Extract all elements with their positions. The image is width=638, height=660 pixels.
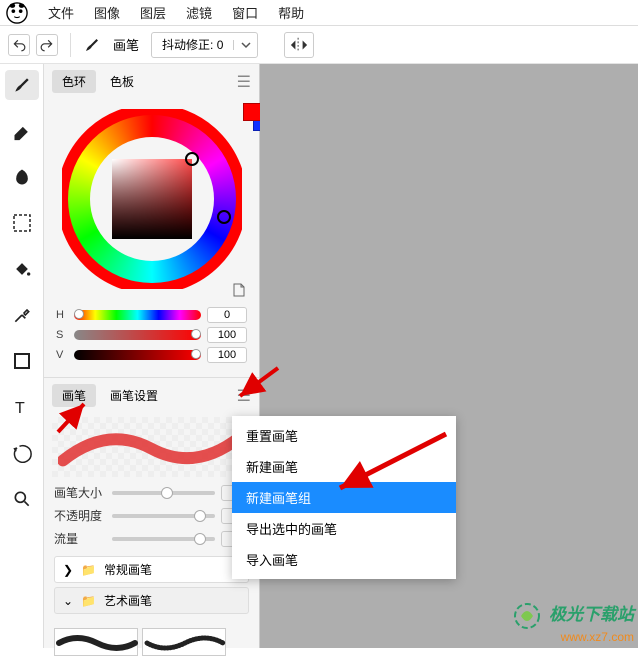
- annotation-arrow: [330, 430, 450, 500]
- svg-text:T: T: [15, 400, 25, 416]
- brush-icon: [83, 36, 101, 54]
- marquee-tool[interactable]: [5, 208, 39, 238]
- watermark: 极光下载站 www.xz7.com: [513, 600, 634, 644]
- menu-bar: 文件 图像 图层 滤镜 窗口 帮助: [0, 0, 638, 26]
- eraser-tool[interactable]: [5, 116, 39, 146]
- annotation-arrow: [54, 396, 94, 436]
- symmetry-button[interactable]: [284, 32, 314, 58]
- eyedropper-tool[interactable]: [5, 300, 39, 330]
- brush-thumb[interactable]: [54, 628, 138, 656]
- brush-flow-row[interactable]: 流量 82: [44, 527, 259, 550]
- transform-tool[interactable]: [5, 438, 39, 468]
- separator: [70, 33, 71, 57]
- tool-options-bar: 画笔 抖动修正: 0: [0, 26, 638, 64]
- app-logo: [6, 2, 28, 24]
- menu-filter[interactable]: 滤镜: [176, 3, 222, 22]
- brush-tool[interactable]: [5, 70, 39, 100]
- fill-tool[interactable]: [5, 254, 39, 284]
- jitter-control[interactable]: 抖动修正: 0: [151, 32, 258, 58]
- brush-set-normal[interactable]: ❯ 📁 常规画笔: [54, 556, 249, 583]
- ctx-export-brush[interactable]: 导出选中的画笔: [232, 513, 456, 544]
- tab-color-ring[interactable]: 色环: [52, 70, 96, 93]
- hue-slider[interactable]: H: [56, 307, 247, 323]
- val-slider[interactable]: V: [56, 347, 247, 363]
- val-input[interactable]: [207, 347, 247, 363]
- color-panel: 色环 色板 ☰: [44, 64, 259, 377]
- brush-thumbnails: [44, 624, 259, 660]
- menu-image[interactable]: 图像: [84, 3, 130, 22]
- ctx-import-brush[interactable]: 导入画笔: [232, 544, 456, 575]
- jitter-label: 抖动修正: 0: [152, 36, 233, 53]
- menu-window[interactable]: 窗口: [222, 3, 268, 22]
- brush-size-row[interactable]: 画笔大小 2: [44, 481, 259, 504]
- tool-strip: T: [0, 64, 44, 648]
- annotation-arrow: [232, 364, 282, 404]
- side-panels: 色环 色板 ☰: [44, 64, 260, 648]
- brush-set-art[interactable]: ⌄ 📁 艺术画笔: [54, 587, 249, 614]
- sat-input[interactable]: [207, 327, 247, 343]
- folder-icon: 📁: [81, 563, 96, 577]
- zoom-tool[interactable]: [5, 484, 39, 514]
- shape-tool[interactable]: [5, 346, 39, 376]
- color-wheel[interactable]: [62, 109, 242, 289]
- menu-file[interactable]: 文件: [38, 3, 84, 22]
- smudge-tool[interactable]: [5, 162, 39, 192]
- hamburger-icon[interactable]: ☰: [237, 72, 251, 92]
- menu-help[interactable]: 帮助: [268, 3, 314, 22]
- undo-button[interactable]: [8, 34, 30, 56]
- chevron-right-icon: ❯: [63, 563, 73, 577]
- sat-slider[interactable]: S: [56, 327, 247, 343]
- tab-brush-settings[interactable]: 画笔设置: [100, 384, 168, 407]
- brush-thumb[interactable]: [142, 628, 226, 656]
- text-tool[interactable]: T: [5, 392, 39, 422]
- folder-icon: 📁: [81, 594, 96, 608]
- hue-input[interactable]: [207, 307, 247, 323]
- chevron-down-icon[interactable]: [233, 40, 257, 50]
- chevron-down-icon: ⌄: [63, 594, 73, 608]
- brush-opacity-row[interactable]: 不透明度 82: [44, 504, 259, 527]
- page-icon[interactable]: [233, 283, 245, 297]
- watermark-icon: [513, 602, 541, 630]
- tab-color-swatch[interactable]: 色板: [100, 70, 144, 93]
- brush-label: 画笔: [113, 35, 139, 54]
- menu-layer[interactable]: 图层: [130, 3, 176, 22]
- redo-button[interactable]: [36, 34, 58, 56]
